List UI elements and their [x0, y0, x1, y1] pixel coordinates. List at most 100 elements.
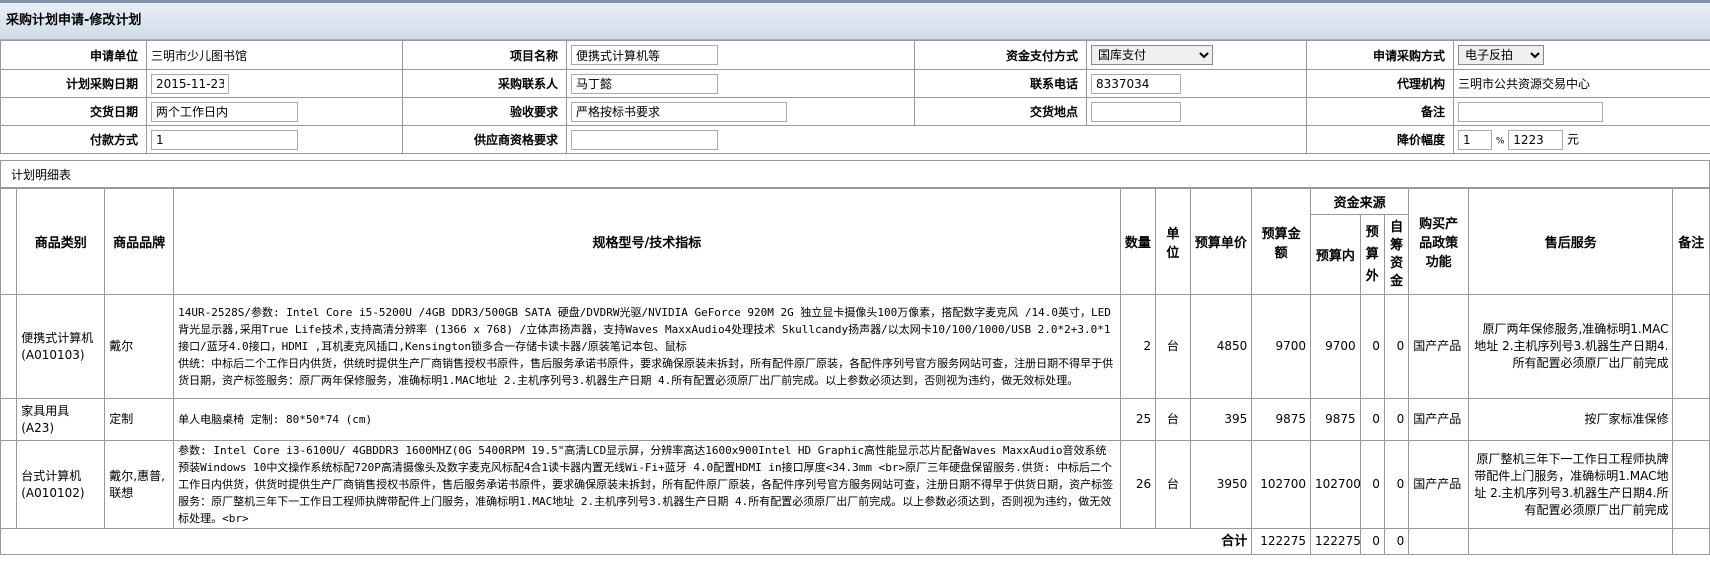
out-budget-cell: 0	[1359, 398, 1385, 441]
self-raised-cell: 0	[1383, 398, 1410, 441]
supplier-req-input[interactable]	[571, 129, 718, 150]
unit-price-cell: 4850	[1189, 294, 1253, 399]
unit-cell: 台	[1155, 440, 1191, 529]
after-sales-cell: 原厂整机三年下一工作日工程师执牌带配件上门服务，准确标明1.MAC地址 2.主机…	[1467, 440, 1674, 529]
acceptance-input[interactable]	[571, 101, 787, 122]
amount-cell: 9700	[1251, 294, 1312, 399]
category-cell: 台式计算机 (A010102)	[16, 440, 106, 529]
in-budget-cell: 102700	[1310, 440, 1361, 529]
total-amount: 122275	[1251, 528, 1312, 555]
discount-label: 降价幅度	[1306, 125, 1454, 154]
applicant-unit-label: 申请单位	[0, 40, 147, 70]
remark-cell	[1672, 294, 1710, 399]
policy-cell: 国产产品	[1408, 294, 1469, 399]
total-self-raised: 0	[1383, 528, 1410, 555]
header-fund-source: 资金来源	[1310, 188, 1410, 215]
amount-cell: 102700	[1251, 440, 1312, 529]
policy-cell: 国产产品	[1408, 398, 1469, 441]
qty-cell: 26	[1119, 440, 1157, 529]
after-sales-cell: 按厂家标准保修	[1467, 398, 1674, 441]
total-empty	[1467, 528, 1674, 555]
agency-value: 三明市公共资源交易中心	[1453, 69, 1710, 98]
category-name: 便携式计算机	[21, 330, 94, 345]
total-row: 合计 122275 122275 0 0	[0, 528, 1710, 555]
header-qty: 数量	[1119, 188, 1157, 295]
self-raised-cell: 0	[1383, 440, 1410, 529]
section-label: 计划明细表	[0, 160, 1710, 188]
row-marker	[0, 440, 18, 529]
proc-method-label: 申请采购方式	[1306, 40, 1454, 70]
fund-pay-select[interactable]: 国库支付	[1091, 45, 1213, 65]
payment-input[interactable]	[151, 129, 298, 150]
discount-pct-unit: %	[1495, 136, 1505, 146]
header-spec: 规格型号/技术指标	[173, 188, 1121, 295]
discount-amt-input[interactable]	[1508, 129, 1564, 150]
applicant-unit-value: 三明市少儿图书馆	[146, 40, 403, 70]
total-out-budget: 0	[1359, 528, 1385, 555]
plan-date-input[interactable]	[151, 73, 229, 94]
unit-price-cell: 395	[1189, 398, 1253, 441]
header-unit-price: 预算单价	[1189, 188, 1253, 295]
project-name-label: 项目名称	[402, 40, 567, 70]
corner-cell	[0, 188, 18, 295]
acceptance-label: 验收要求	[402, 97, 567, 126]
discount-amt-unit: 元	[1567, 132, 1580, 146]
delivery-date-input[interactable]	[151, 101, 298, 122]
policy-cell: 国产产品	[1408, 440, 1469, 529]
unit-cell: 台	[1155, 294, 1191, 399]
category-code: (A010103)	[21, 347, 85, 362]
header-remark: 备注	[1672, 188, 1710, 295]
project-name-input[interactable]	[571, 45, 718, 65]
fund-pay-label: 资金支付方式	[914, 40, 1087, 70]
phone-label: 联系电话	[914, 69, 1087, 98]
total-label: 合计	[0, 528, 1253, 555]
remark-cell	[1672, 440, 1710, 529]
total-empty	[1408, 528, 1469, 555]
in-budget-cell: 9700	[1310, 294, 1361, 399]
detail-table: 商品类别 商品品牌 规格型号/技术指标 数量 单位 预算单价 预算金额 资金来源…	[0, 188, 1710, 555]
header-brand: 商品品牌	[104, 188, 175, 295]
delivery-place-input[interactable]	[1091, 101, 1181, 122]
proc-method-select[interactable]: 电子反拍	[1458, 45, 1544, 65]
brand-cell: 戴尔	[104, 294, 175, 399]
remark-cell	[1672, 398, 1710, 441]
header-policy: 购买产品政策功能	[1408, 188, 1469, 295]
discount-pct-input[interactable]	[1458, 129, 1492, 150]
out-budget-cell: 0	[1359, 294, 1385, 399]
row-marker	[0, 398, 18, 441]
amount-cell: 9875	[1251, 398, 1312, 441]
brand-cell: 戴尔,惠普,联想	[104, 440, 175, 529]
contact-input[interactable]	[571, 73, 718, 94]
spec-cell: 参数: Intel Core i3-6100U/ 4GBDDR3 1600MHZ…	[173, 440, 1121, 529]
contact-label: 采购联系人	[402, 69, 567, 98]
qty-cell: 2	[1119, 294, 1157, 399]
remark-input[interactable]	[1458, 101, 1603, 122]
discount-field: % 元	[1453, 125, 1710, 154]
agency-label: 代理机构	[1306, 69, 1454, 98]
header-out-budget: 预算外	[1359, 214, 1385, 295]
spec-cell: 14UR-2528S/参数: Intel Core i5-5200U /4GB …	[173, 294, 1121, 399]
header-in-budget: 预算内	[1310, 214, 1361, 295]
page-title: 采购计划申请-修改计划	[0, 0, 1710, 40]
in-budget-cell: 9875	[1310, 398, 1361, 441]
self-raised-cell: 0	[1383, 294, 1410, 399]
out-budget-cell: 0	[1359, 440, 1385, 529]
row-marker	[0, 294, 18, 399]
table-row: 便携式计算机 (A010103) 戴尔 14UR-2528S/参数: Intel …	[0, 294, 1710, 399]
category-cell: 家具用具 (A23)	[16, 398, 106, 441]
after-sales-cell: 原厂两年保修服务,准确标明1.MAC地址 2.主机序列号3.机器生产日期4.所有…	[1467, 294, 1674, 399]
qty-cell: 25	[1119, 398, 1157, 441]
header-self-raised: 自筹资金	[1383, 214, 1410, 295]
plan-form: 申请单位 三明市少儿图书馆 项目名称 资金支付方式 国库支付 申请采购方式 电子…	[0, 40, 1710, 154]
unit-cell: 台	[1155, 398, 1191, 441]
remark-label: 备注	[1306, 97, 1454, 126]
supplier-req-label: 供应商资格要求	[402, 125, 567, 154]
phone-input[interactable]	[1091, 73, 1181, 94]
total-in-budget: 122275	[1310, 528, 1361, 555]
header-amount: 预算金额	[1251, 188, 1312, 295]
unit-price-cell: 3950	[1189, 440, 1253, 529]
category-name: 台式计算机	[21, 468, 82, 483]
delivery-date-label: 交货日期	[0, 97, 147, 126]
plan-date-label: 计划采购日期	[0, 69, 147, 98]
payment-label: 付款方式	[0, 125, 147, 154]
